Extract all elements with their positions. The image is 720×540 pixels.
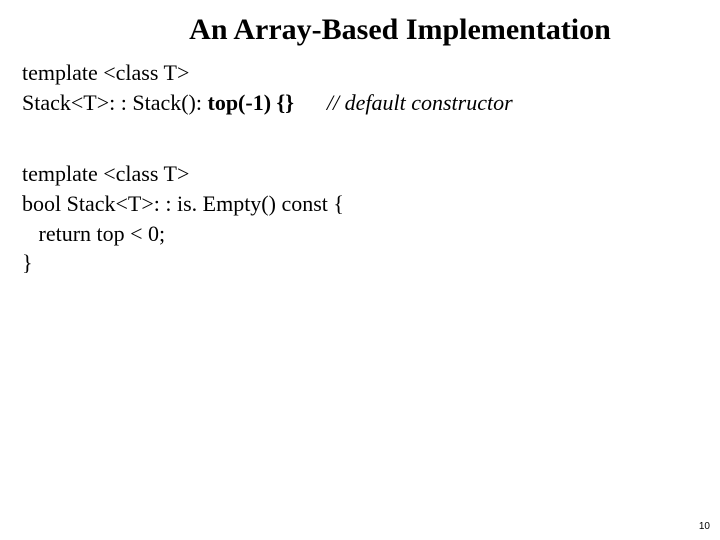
templ-line-2: template <class T> xyxy=(22,159,700,189)
slide: An Array-Based Implementation template <… xyxy=(0,0,720,540)
ctor-line: Stack<T>: : Stack(): top(-1) {} // defau… xyxy=(22,88,700,118)
isempty-line2: return top < 0; xyxy=(22,219,700,249)
page-number: 10 xyxy=(699,521,710,532)
isempty-line1: bool Stack<T>: : is. Empty() const { xyxy=(22,189,700,219)
slide-body: template <class T> Stack<T>: : Stack(): … xyxy=(0,48,720,278)
code-block-2: template <class T> bool Stack<T>: : is. … xyxy=(22,159,700,278)
ctor-spacer xyxy=(294,90,327,115)
slide-title: An Array-Based Implementation xyxy=(0,0,720,48)
templ-line: template <class T> xyxy=(22,58,700,88)
ctor-part1: Stack<T>: : Stack(): xyxy=(22,90,208,115)
code-block-1: template <class T> Stack<T>: : Stack(): … xyxy=(22,58,700,117)
ctor-comment: // default constructor xyxy=(327,90,513,115)
ctor-part2: top(-1) {} xyxy=(208,90,294,115)
isempty-line3: } xyxy=(22,248,700,278)
